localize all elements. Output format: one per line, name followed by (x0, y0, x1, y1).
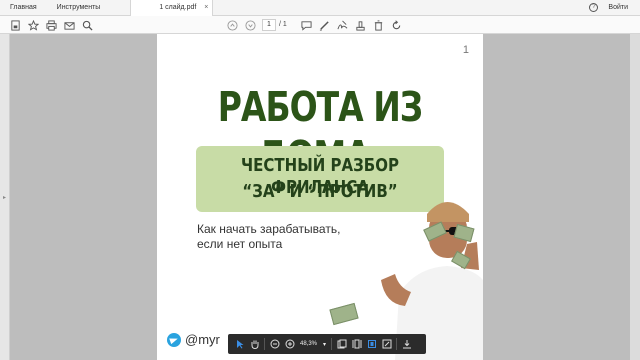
download-icon[interactable] (399, 334, 414, 354)
slide-description-line2: если нет опыта (197, 237, 283, 251)
pen-icon[interactable] (318, 19, 330, 31)
page-total: / 1 (279, 21, 287, 28)
print-icon[interactable] (45, 19, 57, 31)
prev-page-icon[interactable] (226, 19, 238, 31)
handle-text: @myr (185, 332, 220, 347)
page-view-icon[interactable] (334, 334, 349, 354)
next-page-icon[interactable] (244, 19, 256, 31)
signin-button[interactable]: Войти (608, 4, 628, 11)
fit-width-icon[interactable] (364, 334, 379, 354)
page-number-input[interactable]: 1 (262, 19, 276, 31)
separator (264, 338, 265, 350)
comment-icon[interactable] (300, 19, 312, 31)
separator (331, 338, 333, 350)
right-scrollbar[interactable] (630, 34, 640, 360)
left-panel-toggle[interactable]: ▸ (0, 34, 10, 360)
tab-file[interactable]: 1 слайд.pdf × (130, 0, 214, 16)
save-icon[interactable] (9, 19, 21, 31)
floating-toolbar: 48,3% ▾ (228, 334, 426, 354)
money-bill-4 (329, 302, 359, 326)
tab-home[interactable]: Главная (0, 0, 47, 16)
sign-icon[interactable] (336, 19, 348, 31)
fullscreen-icon[interactable] (379, 334, 394, 354)
zoom-in-icon[interactable] (282, 334, 297, 354)
hand-tool-icon[interactable] (247, 334, 262, 354)
fit-page-icon[interactable] (349, 334, 364, 354)
tab-tools[interactable]: Инструменты (47, 0, 111, 16)
telegram-icon (167, 332, 181, 347)
slide-number: 1 (462, 44, 469, 56)
select-cursor-icon[interactable] (232, 334, 247, 354)
document-viewer[interactable]: ▸ 1 РАБОТА ИЗ ДОМА: ЧЕСТНЫЙ РАЗБОР ФРИЛА… (0, 34, 640, 360)
toolbar: 1 / 1 (0, 16, 640, 34)
separator (396, 338, 398, 350)
zoom-out-icon[interactable] (267, 334, 282, 354)
star-icon[interactable] (27, 19, 39, 31)
tab-file-label: 1 слайд.pdf (159, 3, 197, 11)
slide-description-line1: Как начать зарабатывать, (197, 222, 341, 236)
header-right: ? Войти (589, 3, 640, 12)
email-icon[interactable] (63, 19, 75, 31)
zoom-dropdown-icon[interactable]: ▾ (320, 341, 329, 348)
stamp-icon[interactable] (354, 19, 366, 31)
close-tab-icon[interactable]: × (204, 0, 208, 16)
expand-arrow-icon[interactable]: ▸ (3, 194, 6, 201)
tab-bar: Главная Инструменты 1 слайд.pdf × ? Войт… (0, 0, 640, 16)
pdf-page: 1 РАБОТА ИЗ ДОМА: ЧЕСТНЫЙ РАЗБОР ФРИЛАНС… (157, 34, 483, 360)
delete-icon[interactable] (372, 19, 384, 31)
search-icon[interactable] (81, 19, 93, 31)
telegram-handle: @myr (167, 332, 220, 347)
rotate-icon[interactable] (390, 19, 402, 31)
help-icon[interactable]: ? (589, 3, 599, 12)
zoom-level[interactable]: 48,3% (297, 341, 320, 347)
